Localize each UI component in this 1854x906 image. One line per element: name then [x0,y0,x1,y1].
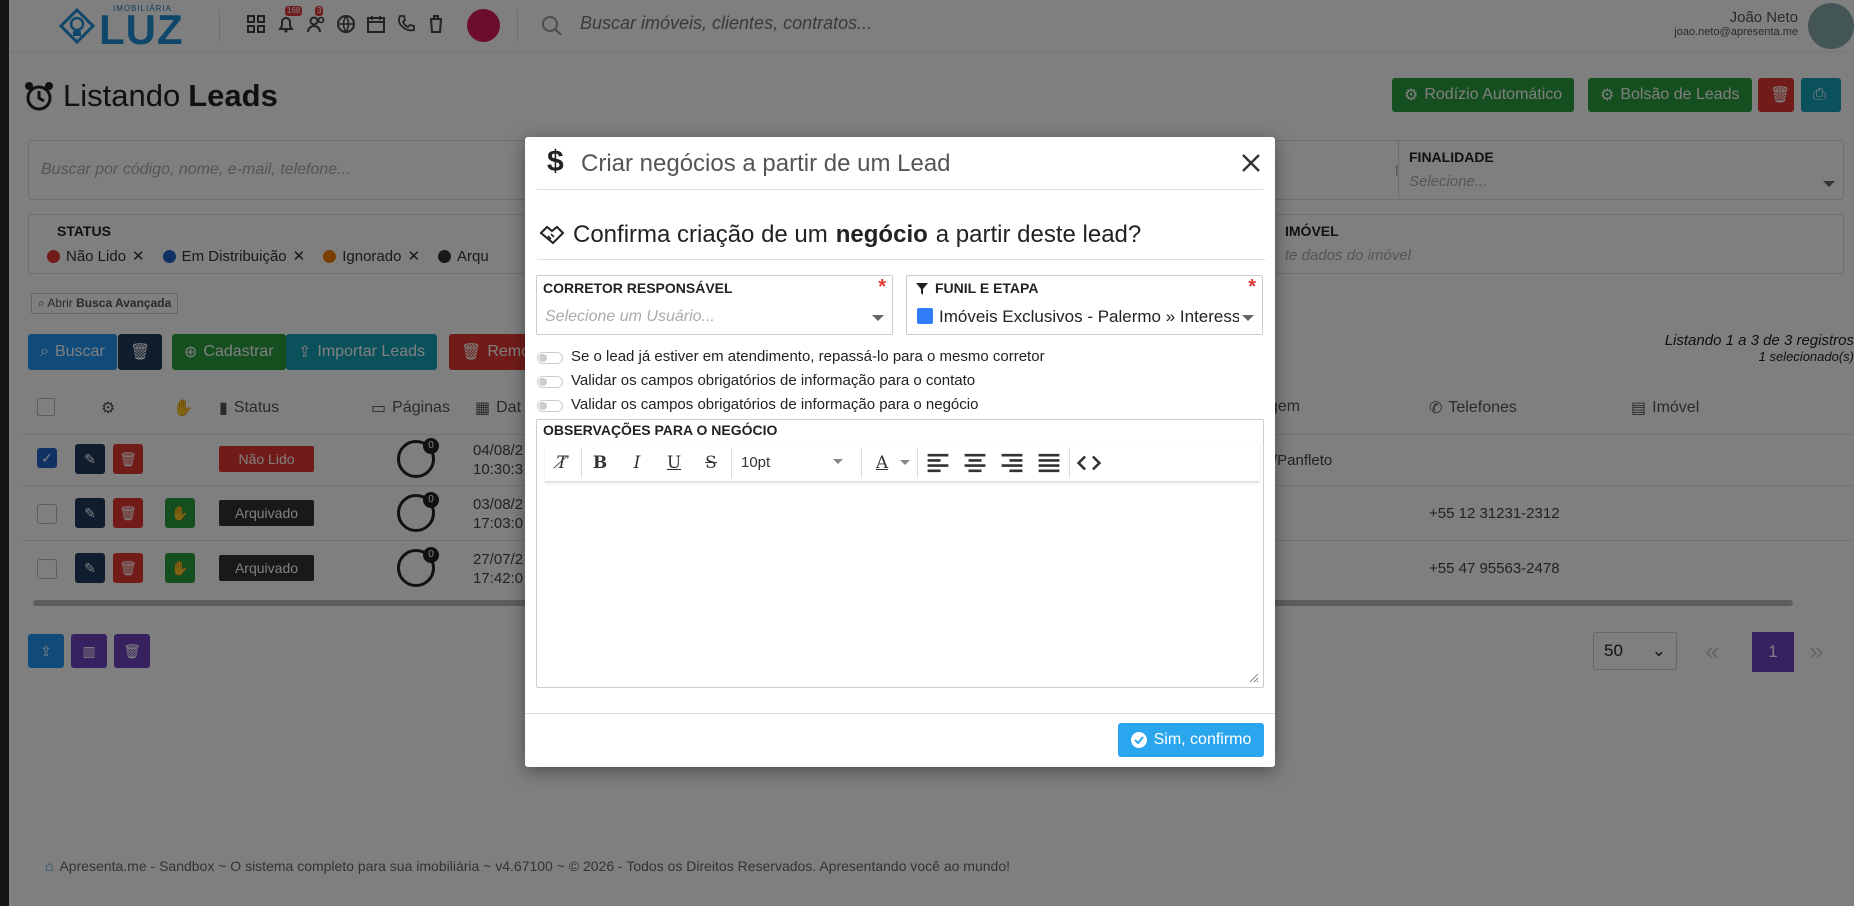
observacoes-editor: OBSERVAÇÕES PARA O NEGÓCIO T̸ B I U S 10… [536,419,1264,688]
underline-icon[interactable]: U [661,450,687,476]
toggle-validate-deal[interactable] [537,400,563,412]
observacoes-label: OBSERVAÇÕES PARA O NEGÓCIO [543,422,778,438]
modal-header: $ Criar negócios a partir de um Lead [525,137,1275,189]
toggle-validate-contact[interactable] [537,376,563,388]
toggle-label: Se o lead já estiver em atendimento, rep… [571,348,1045,365]
divider [537,259,1265,260]
required-mark: * [878,276,886,298]
align-center-icon[interactable] [962,450,988,476]
font-size-value: 10pt [741,454,771,471]
align-right-icon[interactable] [999,450,1025,476]
justify-icon[interactable] [1036,450,1062,476]
modal-title: Criar negócios a partir de um Lead [581,150,951,177]
divider [917,448,918,478]
text-color-icon[interactable]: A [869,450,895,476]
funil-label: FUNIL E ETAPA [935,280,1039,296]
color-swatch [917,308,933,324]
corretor-placeholder: Selecione um Usuário... [545,308,715,325]
toggle-label: Validar os campos obrigatórios de inform… [571,396,979,413]
confirm-question: Confirma criação de um negócio a partir … [539,221,1141,249]
create-deal-modal: $ Criar negócios a partir de um Lead Con… [525,137,1275,767]
confirm-label: Sim, confirmo [1153,731,1252,748]
toggle-label: Validar os campos obrigatórios de inform… [571,372,976,389]
funil-select[interactable]: FUNIL E ETAPA * Imóveis Exclusivos - Pal… [906,275,1263,335]
close-icon[interactable] [1241,153,1261,173]
confirm-button[interactable]: Sim, confirmo [1118,723,1264,757]
funil-value: Imóveis Exclusivos - Palermo » Interess [939,307,1239,326]
font-size-select[interactable]: 10pt [741,454,851,471]
divider [731,448,732,478]
align-left-icon[interactable] [925,450,951,476]
corretor-select[interactable]: CORRETOR RESPONSÁVEL * Selecione um Usuá… [536,275,893,335]
italic-icon[interactable]: I [624,450,650,476]
question-pre: Confirma criação de um [573,221,828,248]
filter-icon [916,283,928,295]
divider [525,713,1275,714]
required-mark: * [1248,276,1256,298]
divider [537,189,1263,190]
editor-toolbar: T̸ B I U S 10pt A [545,444,1259,482]
code-icon[interactable] [1076,450,1102,476]
divider [861,448,862,478]
chevron-down-icon [872,315,884,321]
clear-format-icon[interactable]: T̸ [549,450,575,476]
chevron-down-icon [1242,315,1254,321]
check-circle-icon [1130,732,1147,748]
divider [1069,448,1070,478]
question-post: a partir deste lead? [935,221,1142,248]
divider [581,448,582,478]
strikethrough-icon[interactable]: S [698,450,724,476]
question-bold: negócio [835,221,928,248]
resize-handle-icon[interactable] [1247,671,1259,683]
toggle-same-broker[interactable] [537,352,563,364]
chevron-down-icon [833,459,843,464]
handshake-icon [539,225,565,245]
corretor-label: CORRETOR RESPONSÁVEL [543,280,733,296]
dollar-icon: $ [547,145,564,178]
chevron-down-icon[interactable] [900,460,910,465]
bold-icon[interactable]: B [587,450,613,476]
editor-body[interactable] [545,484,1257,682]
